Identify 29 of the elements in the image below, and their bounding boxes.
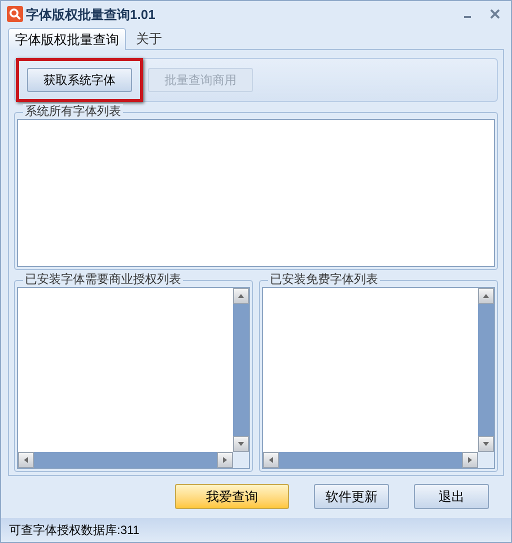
search-icon	[7, 6, 23, 22]
scroll-down-icon[interactable]	[478, 436, 494, 452]
group-title: 已安装字体需要商业授权列表	[23, 272, 183, 286]
window-title: 字体版权批量查询1.01	[26, 6, 156, 24]
scroll-down-icon[interactable]	[233, 436, 249, 452]
scroll-up-icon[interactable]	[478, 288, 494, 304]
scroll-left-icon[interactable]	[18, 452, 34, 468]
scroll-right-icon[interactable]	[462, 452, 478, 468]
action-button[interactable]: 我爱查询	[175, 484, 289, 509]
vertical-scrollbar[interactable]	[478, 288, 494, 452]
tab[interactable]: 字体版权批量查询	[8, 28, 126, 50]
group-title: 系统所有字体列表	[23, 104, 123, 118]
action-button[interactable]: 退出	[414, 484, 489, 509]
scroll-left-icon[interactable]	[263, 452, 279, 468]
horizontal-scrollbar[interactable]	[18, 452, 233, 468]
action-button[interactable]: 软件更新	[314, 484, 389, 509]
list-box[interactable]	[17, 286, 250, 469]
scrollbar-corner	[233, 452, 249, 468]
group-title: 已安装免费字体列表	[268, 272, 380, 286]
tab[interactable]: 关于	[126, 28, 172, 49]
horizontal-scrollbar[interactable]	[263, 452, 478, 468]
scroll-right-icon[interactable]	[217, 452, 233, 468]
list-box[interactable]	[262, 286, 495, 469]
close-icon[interactable]	[489, 8, 501, 20]
vertical-scrollbar[interactable]	[233, 288, 249, 452]
status-bar: 可查字体授权数据库:311	[1, 518, 511, 542]
scroll-up-icon[interactable]	[233, 288, 249, 304]
toolbar-button[interactable]: 获取系统字体	[27, 68, 132, 92]
scrollbar-corner	[478, 452, 494, 468]
